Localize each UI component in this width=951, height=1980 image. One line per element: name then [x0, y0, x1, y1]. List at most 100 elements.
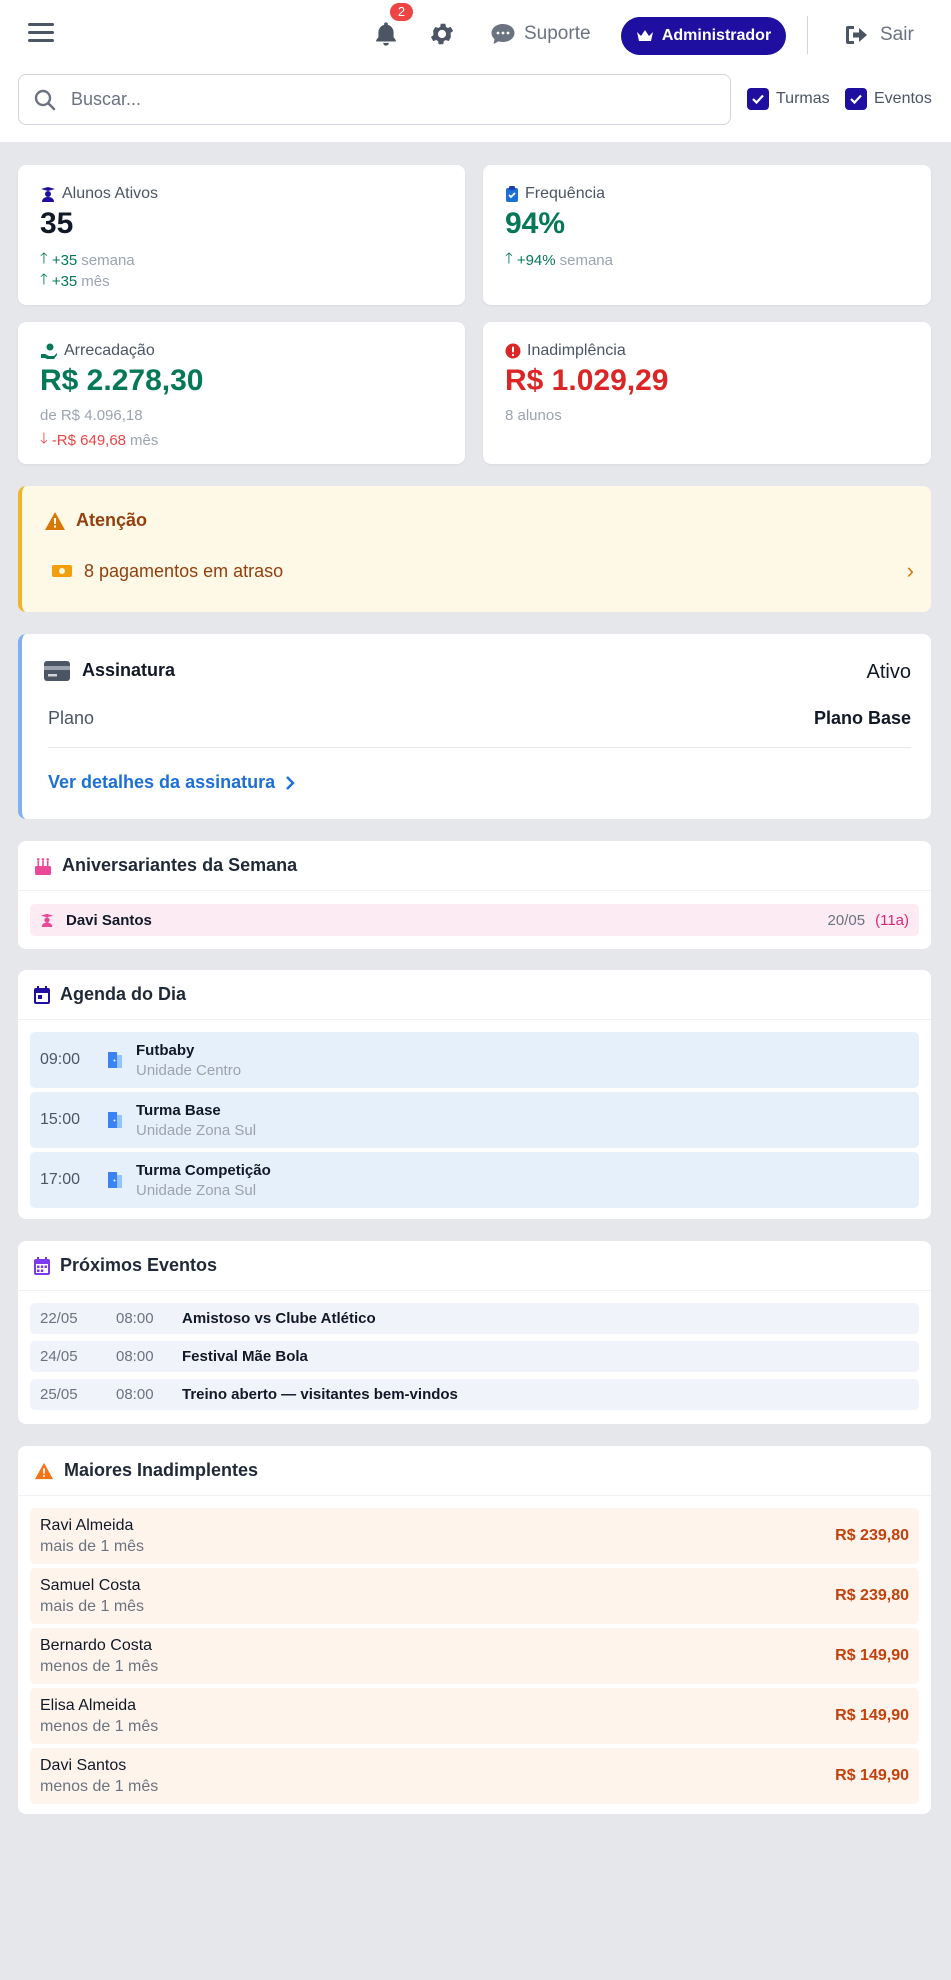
search-icon — [34, 89, 56, 110]
default-card[interactable]: Inadimplência R$ 1.029,29 8 alunos — [483, 322, 931, 464]
arrow-up-icon: 🡑 — [40, 271, 48, 288]
default-header: Inadimplência — [505, 342, 626, 360]
support-label: Suporte — [524, 23, 591, 44]
agenda-item[interactable]: 17:00 Turma Competição Unidade Zona Sul — [30, 1152, 919, 1208]
active-students-card[interactable]: Alunos Ativos 35 🡑 +35 semana 🡑 +35 mês — [18, 165, 465, 305]
agenda-class-name: Futbaby — [136, 1041, 195, 1059]
gear-icon[interactable] — [428, 20, 456, 48]
debtor-info: Bernardo Costa menos de 1 mês — [40, 1637, 158, 1676]
checkbox-checked-icon — [845, 88, 867, 110]
debtor-name: Davi Santos — [40, 1756, 127, 1774]
revenue-month: 🡓 -R$ 649,68 mês — [40, 428, 158, 453]
arrow-down-icon: 🡓 — [40, 430, 48, 447]
attendance-card[interactable]: Frequência 94% 🡑 +94% semana — [483, 165, 931, 305]
event-item[interactable]: 22/05 08:00 Amistoso vs Clube Atlético — [30, 1303, 919, 1334]
debtors-header: Maiores Inadimplentes — [18, 1446, 931, 1496]
hamburger-menu-icon[interactable] — [28, 20, 54, 46]
debtor-row[interactable]: Bernardo Costa menos de 1 mês R$ 149,90 — [30, 1628, 919, 1684]
agenda-time: 09:00 — [40, 1051, 81, 1068]
cake-icon — [35, 857, 51, 875]
overdue-payments-link[interactable]: 8 pagamentos em atraso › — [52, 558, 914, 584]
plan-value: Plano Base — [813, 708, 911, 728]
debtor-period: menos de 1 mês — [40, 1657, 159, 1675]
debtor-period: mais de 1 mês — [40, 1537, 145, 1555]
warning-icon — [45, 511, 65, 530]
debtor-amount: R$ 239,80 — [835, 1587, 909, 1604]
active-students-month: 🡑 +35 mês — [40, 269, 110, 294]
subscription-details-label: Ver detalhes da assinatura — [48, 772, 276, 792]
event-date: 24/05 — [40, 1348, 78, 1365]
support-button[interactable]: Suporte — [490, 18, 591, 50]
attendance-header: Frequência — [505, 185, 605, 203]
month-delta: +35 — [51, 273, 78, 290]
warning-icon — [35, 1462, 53, 1479]
student-icon — [41, 187, 55, 202]
event-time: 08:00 — [116, 1386, 154, 1403]
subscription-header: Assinatura — [44, 660, 175, 681]
subscription-status: Ativo — [866, 661, 911, 683]
agenda-class-name: Turma Competição — [136, 1161, 271, 1179]
logout-icon — [846, 26, 867, 44]
debtor-period: mais de 1 mês — [40, 1597, 145, 1615]
debtor-row[interactable]: Davi Santos menos de 1 mês R$ 149,90 — [30, 1748, 919, 1804]
logout-button[interactable]: Sair — [844, 18, 914, 52]
event-name: Treino aberto — visitantes bem-vindos — [182, 1386, 458, 1403]
overdue-payments-text: 8 pagamentos em atraso — [84, 560, 284, 581]
revenue-card[interactable]: Arrecadação R$ 2.278,30 de R$ 4.096,18 🡓… — [18, 322, 465, 464]
filter-events-checkbox[interactable]: Eventos — [845, 88, 932, 110]
subscription-details-link[interactable]: Ver detalhes da assinatura — [48, 772, 295, 793]
birthdays-title: Aniversariantes da Semana — [62, 855, 298, 875]
filter-classes-checkbox[interactable]: Turmas — [747, 88, 830, 110]
chevron-right-icon: › — [906, 558, 914, 583]
filter-classes-label: Turmas — [776, 90, 830, 107]
debtor-row[interactable]: Elisa Almeida menos de 1 mês R$ 149,90 — [30, 1688, 919, 1744]
debtor-row[interactable]: Samuel Costa mais de 1 mês R$ 239,80 — [30, 1568, 919, 1624]
event-date: 22/05 — [40, 1310, 78, 1327]
active-students-label: Alunos Ativos — [62, 185, 159, 202]
debtor-period: menos de 1 mês — [40, 1777, 159, 1795]
admin-button[interactable]: Administrador — [621, 17, 786, 55]
subscription-card: Assinatura Ativo Plano Plano Base Ver de… — [18, 634, 931, 819]
logout-label: Sair — [880, 24, 914, 45]
birthday-row[interactable]: Davi Santos 20/05 (11a) — [30, 904, 919, 936]
attendance-label: Frequência — [525, 185, 606, 202]
active-students-header: Alunos Ativos — [40, 185, 158, 203]
revenue-value: R$ 2.278,30 — [40, 364, 204, 397]
header-divider — [807, 16, 808, 54]
birthdays-section: Aniversariantes da Semana Davi Santos 20… — [18, 841, 931, 949]
bell-icon[interactable] — [372, 20, 400, 48]
birthday-name: Davi Santos — [66, 911, 152, 929]
arrow-up-icon: 🡑 — [505, 250, 513, 267]
agenda-unit: Unidade Centro — [136, 1061, 242, 1079]
debtors-title: Maiores Inadimplentes — [64, 1460, 259, 1480]
filter-events-label: Eventos — [874, 90, 932, 107]
event-time: 08:00 — [116, 1348, 154, 1365]
events-header: Próximos Eventos — [18, 1241, 931, 1291]
attendance-week: 🡑 +94% semana — [505, 248, 613, 273]
debtor-row[interactable]: Ravi Almeida mais de 1 mês R$ 239,80 — [30, 1508, 919, 1564]
door-icon — [108, 1052, 122, 1068]
event-item[interactable]: 24/05 08:00 Festival Mãe Bola — [30, 1341, 919, 1372]
hand-coin-icon — [41, 343, 57, 359]
attention-header: Atenção — [44, 510, 147, 531]
debtor-amount: R$ 149,90 — [835, 1767, 909, 1784]
default-label: Inadimplência — [527, 342, 626, 359]
week-delta: +94% — [516, 252, 556, 269]
attention-banner: Atenção 8 pagamentos em atraso › — [18, 486, 931, 612]
agenda-section: Agenda do Dia 09:00 Futbaby Unidade Cent… — [18, 970, 931, 1219]
event-name: Amistoso vs Clube Atlético — [182, 1310, 376, 1327]
agenda-info: Turma Competição Unidade Zona Sul — [136, 1162, 271, 1199]
chat-bubble-icon — [491, 24, 515, 44]
money-bill-icon — [52, 565, 72, 577]
agenda-item[interactable]: 15:00 Turma Base Unidade Zona Sul — [30, 1092, 919, 1148]
search-input[interactable] — [71, 89, 671, 110]
agenda-item[interactable]: 09:00 Futbaby Unidade Centro — [30, 1032, 919, 1088]
agenda-time: 15:00 — [40, 1111, 81, 1128]
revenue-header: Arrecadação — [40, 342, 155, 360]
debtor-period: menos de 1 mês — [40, 1717, 159, 1735]
month-delta: -R$ 649,68 — [51, 432, 127, 449]
event-item[interactable]: 25/05 08:00 Treino aberto — visitantes b… — [30, 1379, 919, 1410]
alert-circle-icon — [505, 343, 521, 359]
debtor-name: Elisa Almeida — [40, 1696, 137, 1714]
agenda-info: Turma Base Unidade Zona Sul — [136, 1102, 256, 1139]
